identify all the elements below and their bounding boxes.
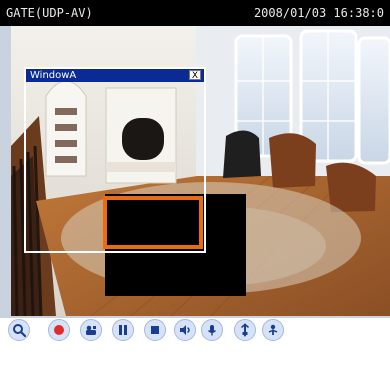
motion-window-title: WindowA <box>26 69 204 82</box>
speaker-icon <box>180 325 190 335</box>
mic-icon <box>208 325 216 336</box>
live-video[interactable]: WindowA X <box>11 26 390 316</box>
stop-button[interactable] <box>144 319 166 341</box>
record-icon <box>54 325 64 335</box>
mic-button[interactable] <box>201 319 223 341</box>
record-button[interactable] <box>48 319 70 341</box>
pause-icon <box>119 325 127 335</box>
pan-tilt-icon <box>268 324 278 335</box>
video-header: GATE(UDP-AV) 2008/01/03 16:38:0 <box>0 0 390 26</box>
timestamp: 2008/01/03 16:38:0 <box>253 6 384 20</box>
close-button[interactable]: X <box>189 70 201 81</box>
stop-icon <box>151 326 159 334</box>
zoom-button[interactable] <box>8 319 30 341</box>
video-controls-toolbar <box>8 319 388 341</box>
digital-output-icon <box>241 323 249 337</box>
motion-window[interactable]: WindowA X <box>24 67 206 253</box>
snapshot-button[interactable] <box>80 319 102 341</box>
speaker-button[interactable] <box>174 319 196 341</box>
camera-viewer: GATE(UDP-AV) 2008/01/03 16:38:0 WindowA … <box>0 0 390 318</box>
zoom-icon <box>13 324 26 337</box>
snapshot-icon <box>86 325 96 335</box>
pause-button[interactable] <box>112 319 134 341</box>
pan-tilt-button[interactable] <box>262 319 284 341</box>
digital-output-button[interactable] <box>234 319 256 341</box>
stream-label: GATE(UDP-AV) <box>6 6 93 20</box>
